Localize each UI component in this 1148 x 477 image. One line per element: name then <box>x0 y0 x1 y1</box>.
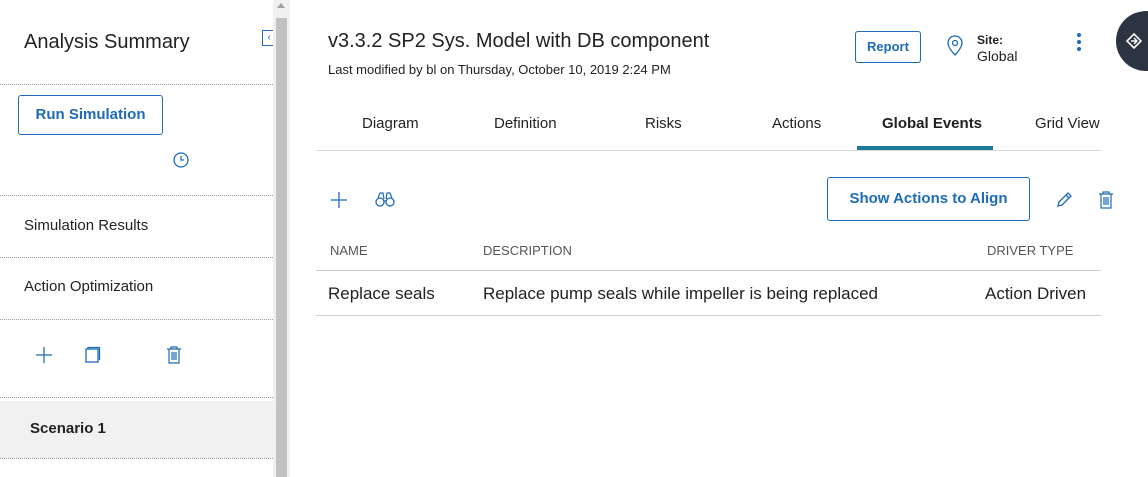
assistant-button[interactable] <box>1116 11 1148 71</box>
tab-global-events[interactable]: Global Events <box>882 115 982 132</box>
column-header-name[interactable]: NAME <box>330 243 368 258</box>
tab-actions[interactable]: Actions <box>772 115 821 132</box>
sidebar-item-action-optimization[interactable]: Action Optimization <box>24 278 153 295</box>
site-value[interactable]: Global <box>977 48 1017 64</box>
divider <box>0 84 273 85</box>
delete-scenario-icon[interactable] <box>166 346 182 364</box>
run-simulation-button[interactable]: Run Simulation <box>18 95 163 135</box>
sidebar-item-simulation-results[interactable]: Simulation Results <box>24 217 148 234</box>
sidebar-title: Analysis Summary <box>24 31 190 53</box>
divider <box>0 319 273 320</box>
tab-risks[interactable]: Risks <box>645 115 682 132</box>
add-scenario-icon[interactable] <box>35 346 53 364</box>
assistant-icon <box>1126 33 1142 49</box>
tab-grid-view[interactable]: Grid View <box>1035 115 1100 132</box>
clock-icon[interactable] <box>172 151 190 169</box>
divider <box>0 257 273 258</box>
active-tab-indicator <box>857 146 993 150</box>
page-title: v3.3.2 SP2 Sys. Model with DB component <box>328 30 710 52</box>
divider <box>0 195 273 196</box>
table-row-divider <box>316 315 1101 316</box>
cell-name[interactable]: Replace seals <box>328 284 435 304</box>
scrollbar-thumb[interactable] <box>276 18 287 477</box>
scroll-up-arrow-icon[interactable] <box>277 3 285 8</box>
add-event-icon[interactable] <box>330 191 348 209</box>
location-pin-icon <box>947 35 963 56</box>
column-header-description[interactable]: DESCRIPTION <box>483 243 572 258</box>
cell-driver-type: Action Driven <box>985 284 1087 303</box>
divider <box>0 458 273 459</box>
scenario-item[interactable]: Scenario 1 <box>0 401 273 458</box>
copy-scenario-icon[interactable] <box>83 346 101 364</box>
divider <box>0 397 273 398</box>
scenario-label: Scenario 1 <box>30 420 106 437</box>
column-header-driver-type[interactable]: DRIVER TYPE <box>987 243 1073 258</box>
more-options-icon[interactable] <box>1076 33 1082 55</box>
delete-trash-icon[interactable] <box>1098 191 1114 209</box>
search-binoculars-icon[interactable] <box>375 192 395 208</box>
cell-description: Replace pump seals while impeller is bei… <box>483 284 878 303</box>
tabs-divider <box>316 150 1101 151</box>
report-button[interactable]: Report <box>855 31 921 63</box>
sidebar-scrollbar[interactable] <box>273 0 290 477</box>
site-label: Site: <box>977 33 1004 47</box>
tab-diagram[interactable]: Diagram <box>362 115 419 132</box>
tab-definition[interactable]: Definition <box>494 115 557 132</box>
show-actions-to-align-button[interactable]: Show Actions to Align <box>827 177 1030 221</box>
last-modified-text: Last modified by bl on Thursday, October… <box>328 62 671 77</box>
table-header-divider <box>316 270 1101 271</box>
edit-pencil-icon[interactable] <box>1055 191 1073 209</box>
sidebar: Analysis Summary ‹ Run Simulation Simula… <box>0 0 276 477</box>
